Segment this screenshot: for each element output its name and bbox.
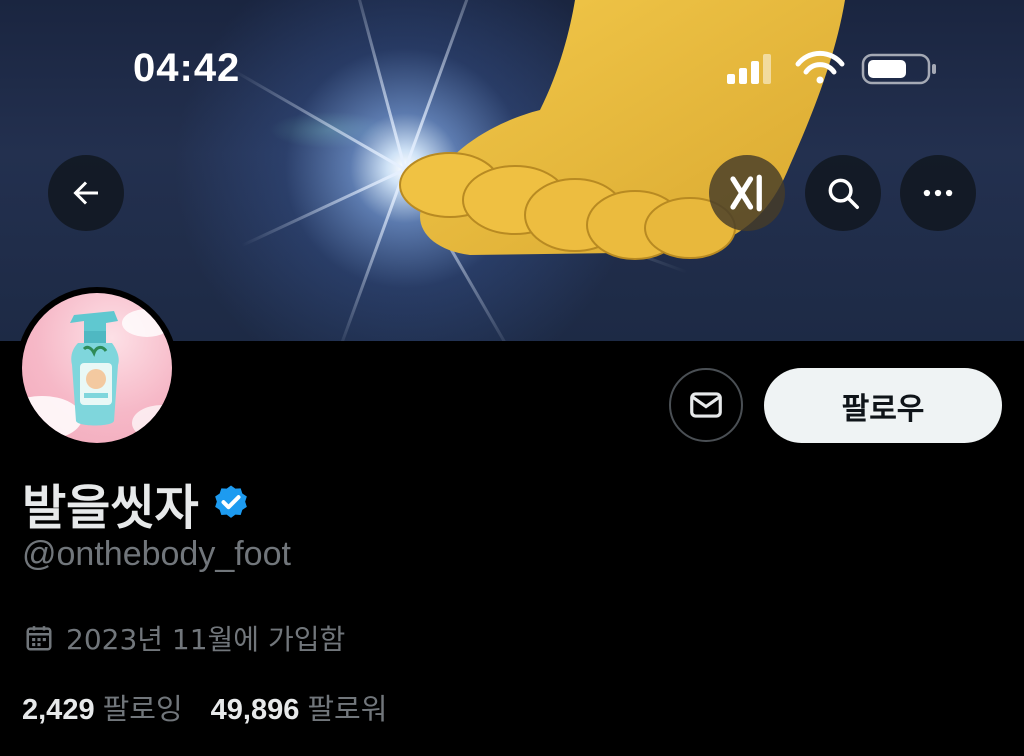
joined-date-text: 2023년 11월에 가입함 (66, 623, 346, 656)
product-bottle-image (22, 309, 172, 441)
verified-badge-icon[interactable] (211, 483, 251, 523)
follow-stats: 2,429 팔로잉 49,896 팔로워 (22, 686, 387, 728)
calendar-icon (26, 626, 52, 651)
wifi-icon (795, 50, 845, 84)
message-button[interactable] (669, 368, 743, 442)
battery-icon (861, 53, 936, 85)
follow-button[interactable]: 팔로우 (764, 368, 1002, 443)
search-button[interactable] (805, 155, 881, 231)
cellular-signal-icon (727, 54, 771, 84)
followers-label: 팔로워 (307, 692, 388, 726)
following-link[interactable]: 2,429 팔로잉 (22, 686, 183, 728)
display-name-row: 발을씻자 (22, 468, 251, 538)
user-handle: @onthebody_foot (22, 535, 291, 573)
following-label: 팔로잉 (102, 692, 183, 726)
status-bar-icons (727, 50, 936, 85)
display-name: 발을씻자 (22, 480, 199, 536)
avatar-image (22, 293, 172, 443)
joined-date-row: 2023년 11월에 가입함 (24, 618, 345, 658)
more-horizontal-icon (923, 189, 953, 197)
back-button[interactable] (48, 155, 124, 231)
following-count: 2,429 (22, 694, 95, 726)
followers-count: 49,896 (210, 694, 300, 726)
grok-icon (730, 174, 762, 212)
grok-button[interactable] (709, 155, 785, 231)
arrow-left-icon (73, 181, 98, 205)
status-bar-time: 04:42 (133, 46, 241, 90)
followers-link[interactable]: 49,896 팔로워 (211, 686, 388, 728)
profile-banner[interactable]: 04:42 (0, 0, 1024, 341)
search-icon (828, 178, 859, 209)
envelope-icon (690, 392, 722, 418)
profile-avatar[interactable] (16, 287, 178, 449)
more-button[interactable] (900, 155, 976, 231)
